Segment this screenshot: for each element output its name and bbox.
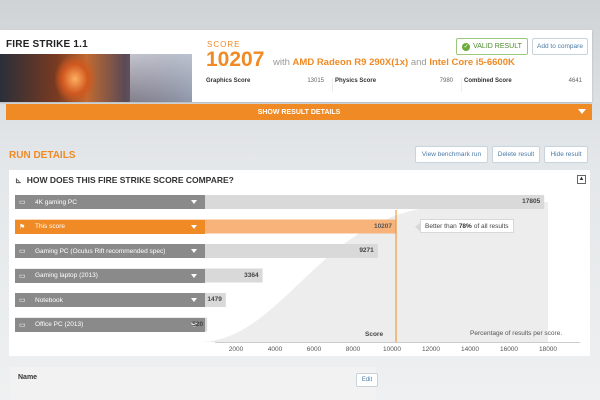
compare-bar-value: 10207 <box>373 222 393 230</box>
x-tick-label: 4000 <box>267 346 283 353</box>
percentage-label: Percentage of results per score. <box>470 330 563 337</box>
tooltip-suffix: of all results <box>473 222 509 230</box>
laptop-icon: ▭ <box>19 297 26 304</box>
chevron-down-icon <box>191 249 197 253</box>
x-tick-label: 16000 <box>499 346 519 353</box>
name-label: Name <box>18 374 38 381</box>
edit-name-button[interactable]: Edit <box>356 373 378 387</box>
compare-row-text: 4K gaming PC <box>35 198 77 206</box>
flag-icon: ⚑ <box>19 223 26 231</box>
chevron-down-icon <box>191 224 197 229</box>
x-tick-label: 18000 <box>538 346 558 353</box>
x-tick-label: 8000 <box>345 346 361 353</box>
laptop-icon: ▭ <box>19 272 26 280</box>
compare-row-label[interactable]: ▭ 4K gaming PC <box>15 195 205 209</box>
compare-row-text: Gaming PC (Oculus Rift recommended spec) <box>35 247 166 255</box>
x-tick-label: 2000 <box>228 346 244 353</box>
compare-bar-value: 9271 <box>359 247 374 254</box>
compare-bar-value: 1479 <box>207 296 222 303</box>
tooltip-prefix: Better than <box>425 222 457 230</box>
compare-row-text: Gaming laptop (2013) <box>35 272 98 279</box>
compare-row-label[interactable]: ▭ Gaming PC (Oculus Rift recommended spec… <box>15 244 205 258</box>
name-panel: Name Edit <box>10 367 378 400</box>
x-tick-label: 12000 <box>421 346 441 353</box>
chevron-down-icon <box>191 273 197 278</box>
compare-row-label[interactable]: ▭ Gaming laptop (2013) <box>15 268 205 283</box>
compare-row-text: This score <box>35 223 65 230</box>
compare-bar-value: 520 <box>192 320 204 328</box>
compare-row-text: Notebook <box>35 296 63 304</box>
percentile-tooltip: Better than 78% of all results <box>415 219 514 233</box>
laptop-icon: ▭ <box>19 199 26 206</box>
x-tick-label: 14000 <box>460 346 480 353</box>
compare-row-label[interactable]: ▭ Notebook <box>15 293 205 307</box>
x-tick-label: 10000 <box>382 346 402 353</box>
laptop-icon: ▭ <box>19 321 26 329</box>
laptop-icon: ▭ <box>19 248 26 255</box>
score-axis-label: Score <box>365 331 384 338</box>
compare-bar-value: 3364 <box>244 271 259 279</box>
compare-row-label[interactable]: ⚑ This score <box>15 219 205 234</box>
compare-bar-value: 17805 <box>522 198 541 205</box>
tooltip-percent: 78% <box>458 222 472 230</box>
x-tick-label: 6000 <box>306 346 322 353</box>
chevron-down-icon <box>191 200 197 204</box>
compare-row-text: Office PC (2013) <box>35 321 84 328</box>
